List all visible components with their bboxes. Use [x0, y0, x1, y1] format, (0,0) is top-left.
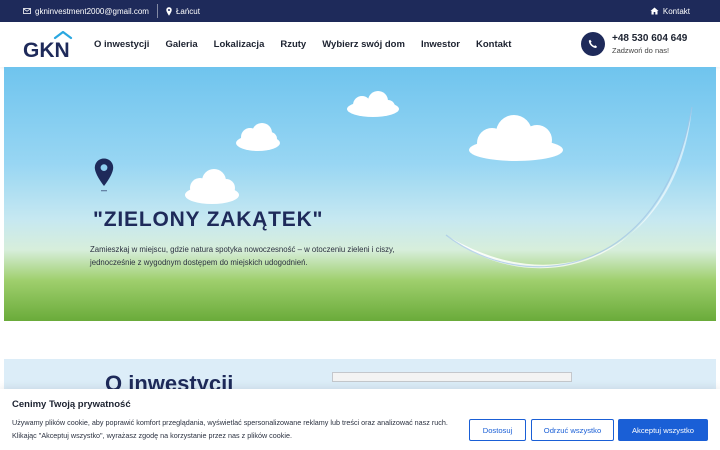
- topbar-location: Łańcut: [175, 6, 200, 16]
- cloud-top: [347, 91, 399, 117]
- topbar-contact: Kontakt: [662, 6, 690, 16]
- cloud-left-low: [185, 169, 239, 204]
- main-header: GKN O inwestycji Galeria Lokalizacja Rzu…: [0, 22, 720, 67]
- nav-kontakt[interactable]: Kontakt: [476, 39, 511, 50]
- cloud-left-mid: [236, 123, 280, 151]
- phone-icon: [581, 32, 605, 56]
- topbar-divider: [156, 4, 158, 18]
- about-image-placeholder: [332, 372, 572, 382]
- topbar-contact-link[interactable]: Kontakt: [650, 0, 690, 22]
- hero-description: Zamieszkaj w miejscu, gdzie natura spoty…: [90, 245, 395, 267]
- main-nav: O inwestycji Galeria Lokalizacja Rzuty W…: [94, 22, 527, 67]
- topbar-email-link[interactable]: gkninvestment2000@gmail.com: [23, 7, 149, 16]
- top-bar: gkninvestment2000@gmail.com Łańcut Konta…: [0, 0, 720, 22]
- topbar-location-link[interactable]: Łańcut: [166, 7, 200, 16]
- logo-text: GKN: [23, 39, 70, 59]
- crescent-arc-line: [445, 106, 693, 268]
- phone-text-group: +48 530 604 649 Zadzwoń do nas!: [612, 33, 687, 55]
- mail-icon: [23, 8, 31, 14]
- cookie-accept-button[interactable]: Akceptuj wszystko: [618, 419, 708, 441]
- nav-galeria[interactable]: Galeria: [165, 39, 197, 50]
- gkn-logo[interactable]: GKN: [23, 30, 81, 62]
- topbar-email: gkninvestment2000@gmail.com: [35, 6, 149, 16]
- phone-block[interactable]: +48 530 604 649 Zadzwoń do nas!: [581, 32, 687, 56]
- nav-wybierz-dom[interactable]: Wybierz swój dom: [322, 39, 405, 50]
- cookie-title: Cenimy Twoją prywatność: [12, 399, 131, 410]
- house-icon: [650, 7, 659, 15]
- hero-title: "ZIELONY ZAKĄTEK": [93, 208, 324, 231]
- cookie-customize-button[interactable]: Dostosuj: [469, 419, 526, 441]
- page: gkninvestment2000@gmail.com Łańcut Konta…: [0, 0, 720, 450]
- cloud-right: [469, 115, 563, 161]
- map-pin-icon: [166, 6, 172, 16]
- nav-lokalizacja[interactable]: Lokalizacja: [214, 39, 265, 50]
- phone-subtitle: Zadzwoń do nas!: [612, 46, 670, 55]
- phone-number: +48 530 604 649: [612, 33, 688, 44]
- nav-rzuty[interactable]: Rzuty: [280, 39, 306, 50]
- hero-banner: "ZIELONY ZAKĄTEK" Zamieszkaj w miejscu, …: [4, 67, 716, 321]
- cookie-reject-button[interactable]: Odrzuć wszystko: [531, 419, 614, 441]
- location-marker-icon: [94, 158, 114, 199]
- nav-o-inwestycji[interactable]: O inwestycji: [94, 39, 149, 50]
- cookie-text: Używamy plików cookie, aby poprawić komf…: [12, 418, 448, 440]
- nav-inwestor[interactable]: Inwestor: [421, 39, 460, 50]
